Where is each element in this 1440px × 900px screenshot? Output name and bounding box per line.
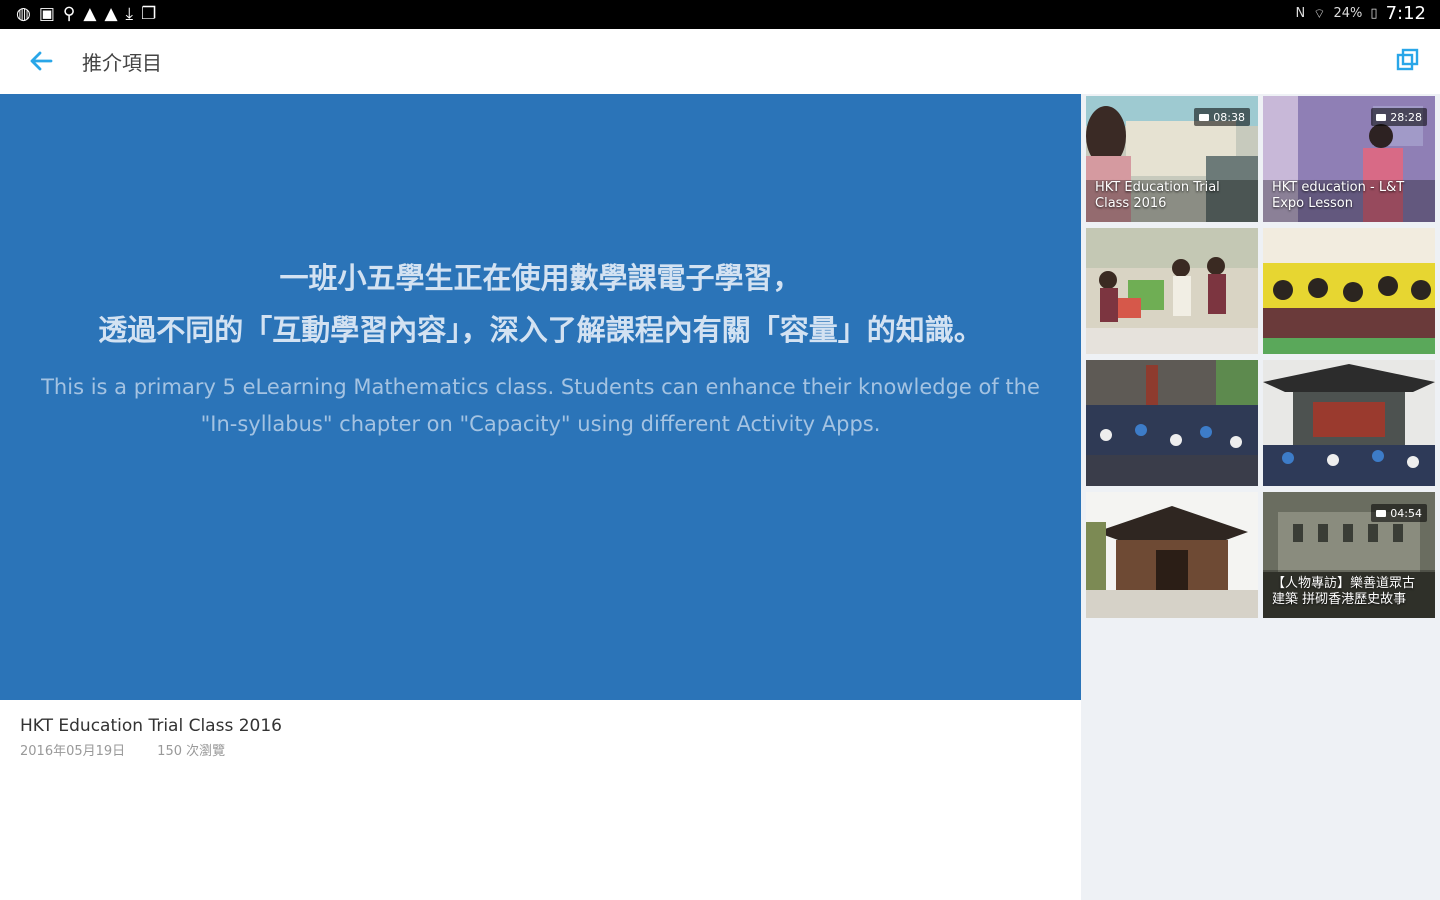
location-pin-icon: ⚲ bbox=[62, 4, 76, 24]
download-icon: ⤓ bbox=[125, 4, 134, 24]
thumbnail-caption: HKT education - L&T Expo Lesson bbox=[1272, 180, 1405, 211]
thumbnail-image bbox=[1263, 228, 1435, 354]
gallery-icon: ▣ bbox=[38, 4, 55, 24]
thumbnail-1[interactable]: 28:28 HKT education - L&T Expo Lesson bbox=[1263, 96, 1435, 222]
app-bar: 推介項目 bbox=[0, 29, 1440, 95]
thumbnail-caption: 【人物專訪】樂善道眾古建築 拼砌香港歷史故事 bbox=[1272, 576, 1416, 607]
duration-badge: 28:28 bbox=[1371, 108, 1427, 126]
battery-level: 24% bbox=[1333, 6, 1363, 21]
window-icon bbox=[1396, 48, 1419, 71]
back-arrow-icon bbox=[30, 51, 53, 71]
photos-icon: ❐ bbox=[141, 4, 157, 24]
video-date: 2016年05月19日 bbox=[20, 744, 126, 759]
thumbnail-image bbox=[1086, 492, 1258, 618]
thumbnail-5[interactable] bbox=[1263, 360, 1435, 486]
vpn-icon: ◍ bbox=[16, 4, 31, 24]
video-player[interactable]: 一班小五學生正在使用數學課電子學習， 透過不同的「互動學習內容」，深入了解課程內… bbox=[0, 94, 1081, 700]
video-camera-icon bbox=[1376, 113, 1387, 121]
clock: 7:12 bbox=[1385, 3, 1426, 24]
thumbnail-caption: HKT Education Trial Class 2016 bbox=[1095, 180, 1220, 211]
thumbnail-7[interactable]: 04:54 【人物專訪】樂善道眾古建築 拼砌香港歷史故事 bbox=[1263, 492, 1435, 618]
thumbnail-0[interactable]: 08:38 HKT Education Trial Class 2016 bbox=[1086, 96, 1258, 222]
warning-icon: ▲ bbox=[104, 4, 118, 24]
warning-icon: ▲ bbox=[83, 4, 97, 24]
duration-badge: 04:54 bbox=[1371, 504, 1427, 522]
video-camera-icon bbox=[1199, 113, 1210, 121]
status-right: N ⌔ 24% ▯ 7:12 bbox=[1296, 3, 1426, 24]
picture-in-picture-button[interactable] bbox=[1394, 47, 1420, 73]
video-description-english: This is a primary 5 eLearning Mathematic… bbox=[41, 375, 1040, 436]
video-title: HKT Education Trial Class 2016 bbox=[20, 716, 282, 736]
video-description-chinese: 一班小五學生正在使用數學課電子學習， 透過不同的「互動學習內容」，深入了解課程內… bbox=[98, 261, 983, 347]
status-icons: ◍ ▣ ⚲ ▲ ▲ ⤓ ❐ bbox=[16, 4, 156, 24]
view-count: 150 次瀏覽 bbox=[157, 744, 226, 759]
back-button[interactable] bbox=[24, 45, 58, 77]
nfc-icon: N bbox=[1295, 6, 1306, 21]
video-meta: 2016年05月19日 150 次瀏覽 bbox=[20, 740, 282, 759]
video-camera-icon bbox=[1376, 509, 1387, 517]
wifi-icon: ⌔ bbox=[1313, 6, 1326, 22]
video-info: HKT Education Trial Class 2016 2016年05月1… bbox=[20, 716, 282, 759]
thumbnail-image bbox=[1086, 360, 1258, 486]
status-bar: ◍ ▣ ⚲ ▲ ▲ ⤓ ❐ N ⌔ 24% ▯ 7:12 bbox=[0, 0, 1440, 29]
battery-icon: ▯ bbox=[1370, 6, 1378, 21]
page-title: 推介項目 bbox=[82, 51, 162, 75]
thumbnail-image bbox=[1263, 360, 1435, 486]
thumbnail-4[interactable] bbox=[1086, 360, 1258, 486]
duration-badge: 08:38 bbox=[1194, 108, 1250, 126]
thumbnail-2[interactable] bbox=[1086, 228, 1258, 354]
recommended-list: 08:38 HKT Education Trial Class 2016 28:… bbox=[1081, 94, 1440, 900]
thumbnail-image bbox=[1086, 228, 1258, 354]
thumbnail-6[interactable] bbox=[1086, 492, 1258, 618]
thumbnail-3[interactable] bbox=[1263, 228, 1435, 354]
